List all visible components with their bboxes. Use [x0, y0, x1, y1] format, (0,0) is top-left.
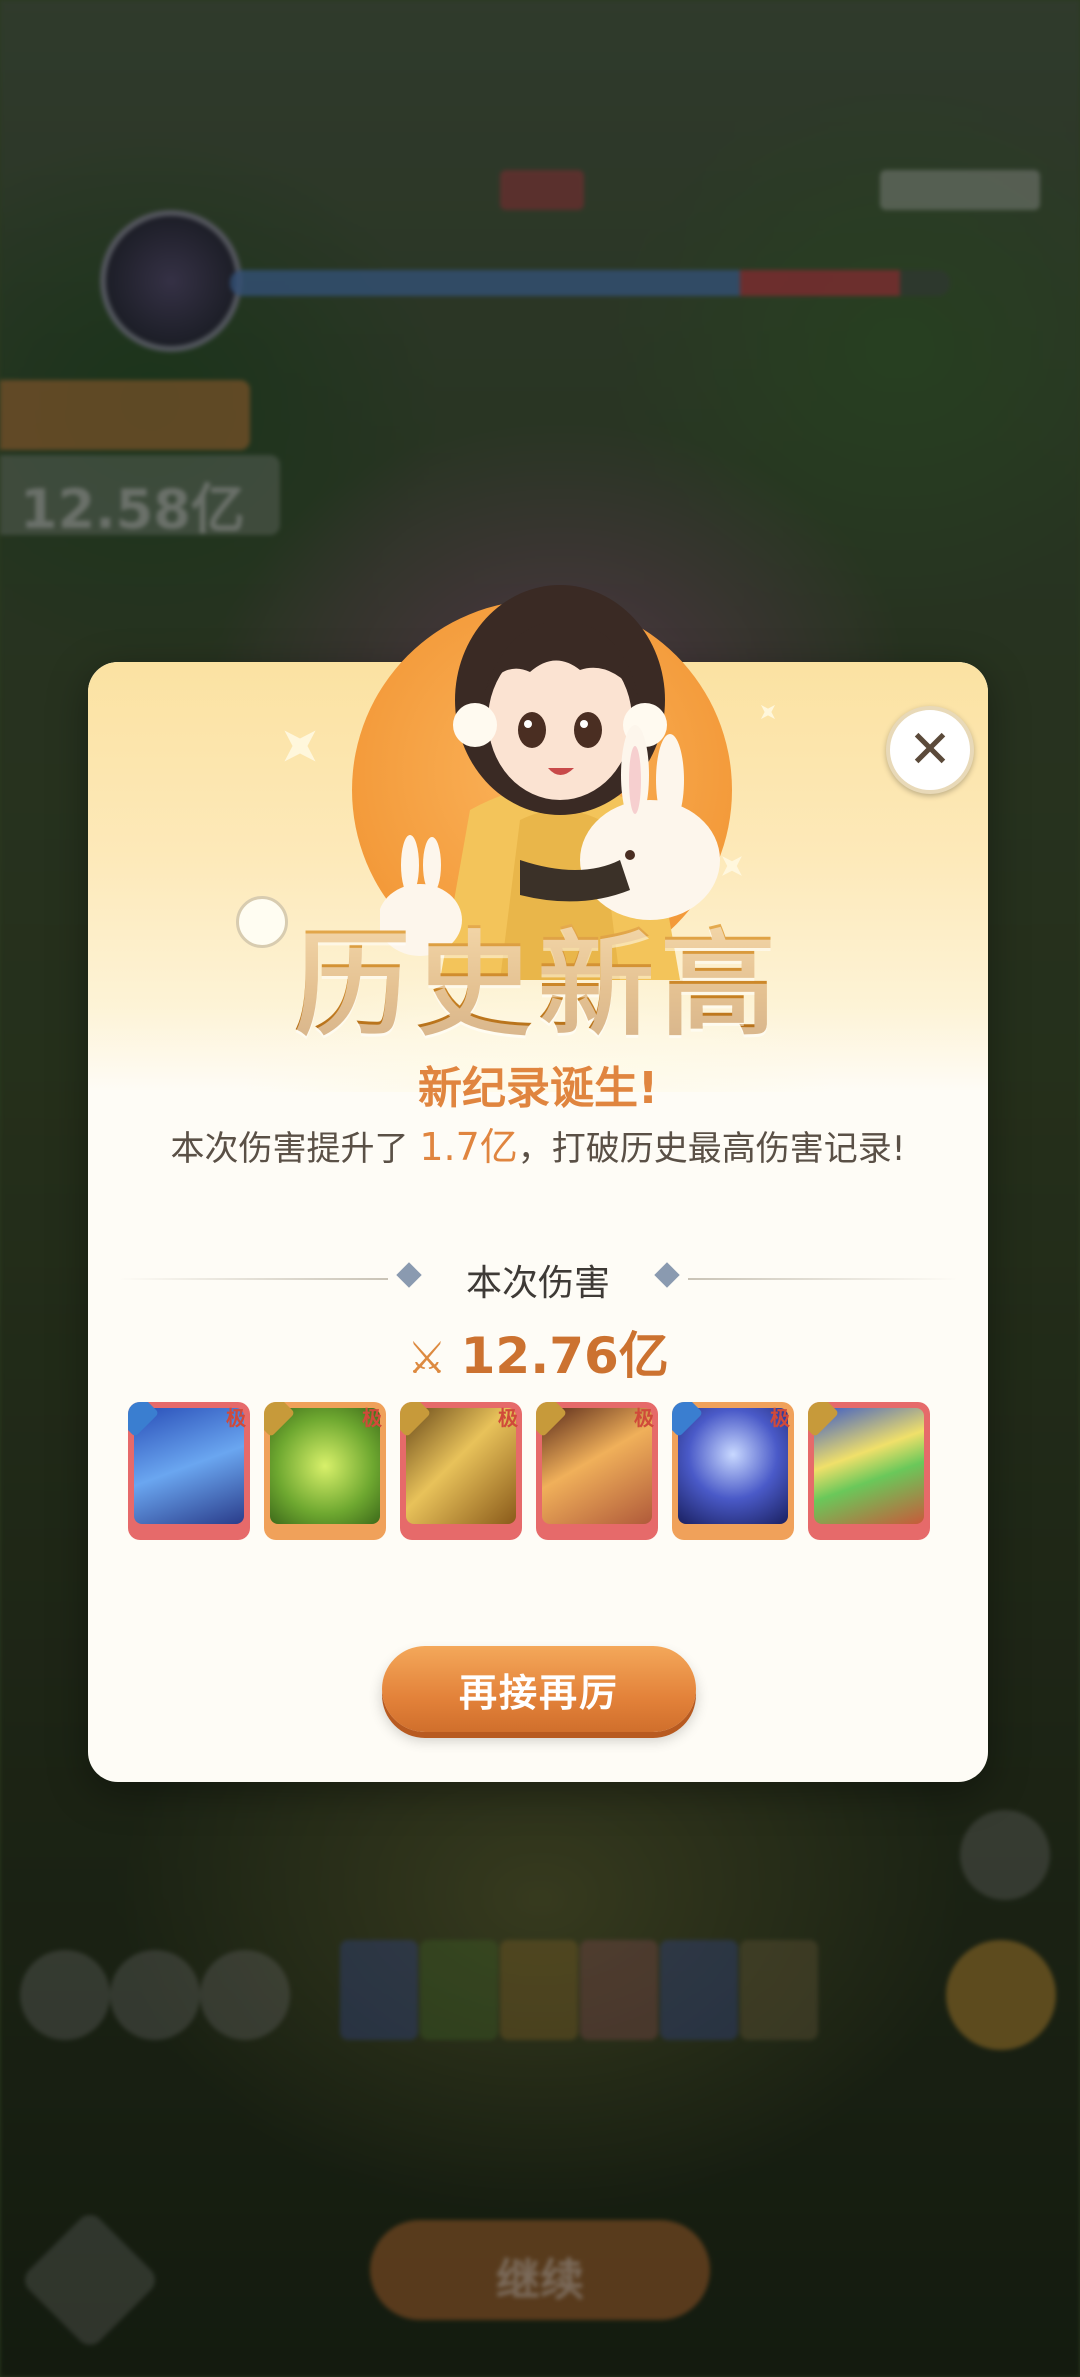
card-level: 极 [226, 1406, 246, 1430]
skill-card-5[interactable]: 极 [672, 1402, 794, 1540]
sparkle-icon [754, 698, 782, 726]
description-highlight: 1.7亿 [419, 1125, 518, 1169]
card-level: 极 [362, 1406, 382, 1430]
close-button[interactable]: ✕ [886, 706, 974, 794]
card-level: 极 [634, 1406, 654, 1430]
description-prefix: 本次伤害提升了 [170, 1129, 420, 1169]
card-level: 极 [498, 1406, 518, 1430]
skill-card-1[interactable]: 极 [128, 1402, 250, 1540]
damage-section-header: 本次伤害 [118, 1254, 958, 1304]
description-suffix: ，打破历史最高伤害记录! [517, 1129, 906, 1169]
section-label: 本次伤害 [465, 1263, 610, 1304]
modal-title: 历史新高 [88, 890, 988, 1058]
skill-card-4[interactable]: 极 [536, 1402, 658, 1540]
confirm-button[interactable]: 再接再厉 [382, 1646, 696, 1732]
close-icon: ✕ [908, 720, 952, 780]
skill-card-6[interactable] [808, 1402, 930, 1540]
damage-value: 12.76亿 [460, 1327, 669, 1385]
modal-description: 本次伤害提升了 1.7亿，打破历史最高伤害记录! [88, 1116, 988, 1171]
skill-card-row: 极 极 极 极 极 [128, 1402, 948, 1544]
damage-total: ⚔ 12.76亿 [88, 1316, 988, 1388]
divider-right [688, 1278, 958, 1280]
card-level: 极 [770, 1406, 790, 1430]
sparkle-icon [269, 715, 331, 777]
skill-card-3[interactable]: 极 [400, 1402, 522, 1540]
crossed-swords-icon: ⚔ [407, 1333, 447, 1384]
skill-card-2[interactable]: 极 [264, 1402, 386, 1540]
modal-subtitle: 新纪录诞生! [417, 1063, 659, 1114]
